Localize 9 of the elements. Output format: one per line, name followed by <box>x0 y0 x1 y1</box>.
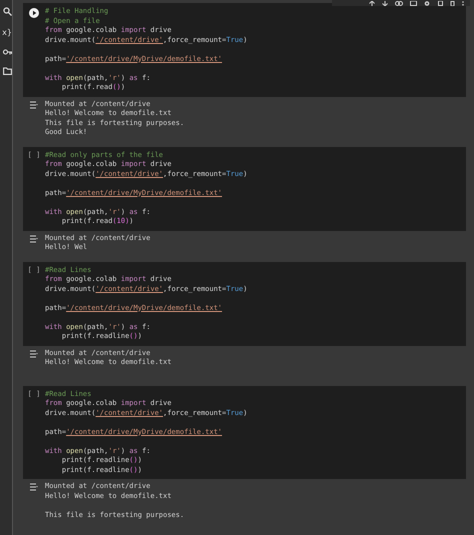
link-icon[interactable] <box>395 1 403 6</box>
code-cell[interactable] <box>23 386 466 479</box>
folder-icon[interactable] <box>3 67 12 75</box>
variables-icon[interactable]: x} <box>2 28 12 37</box>
run-button[interactable] <box>29 8 39 18</box>
search-icon[interactable] <box>3 7 12 16</box>
arrow-up-icon[interactable] <box>369 1 375 6</box>
key-icon[interactable] <box>3 49 12 55</box>
arrow-down-icon[interactable] <box>382 1 388 6</box>
